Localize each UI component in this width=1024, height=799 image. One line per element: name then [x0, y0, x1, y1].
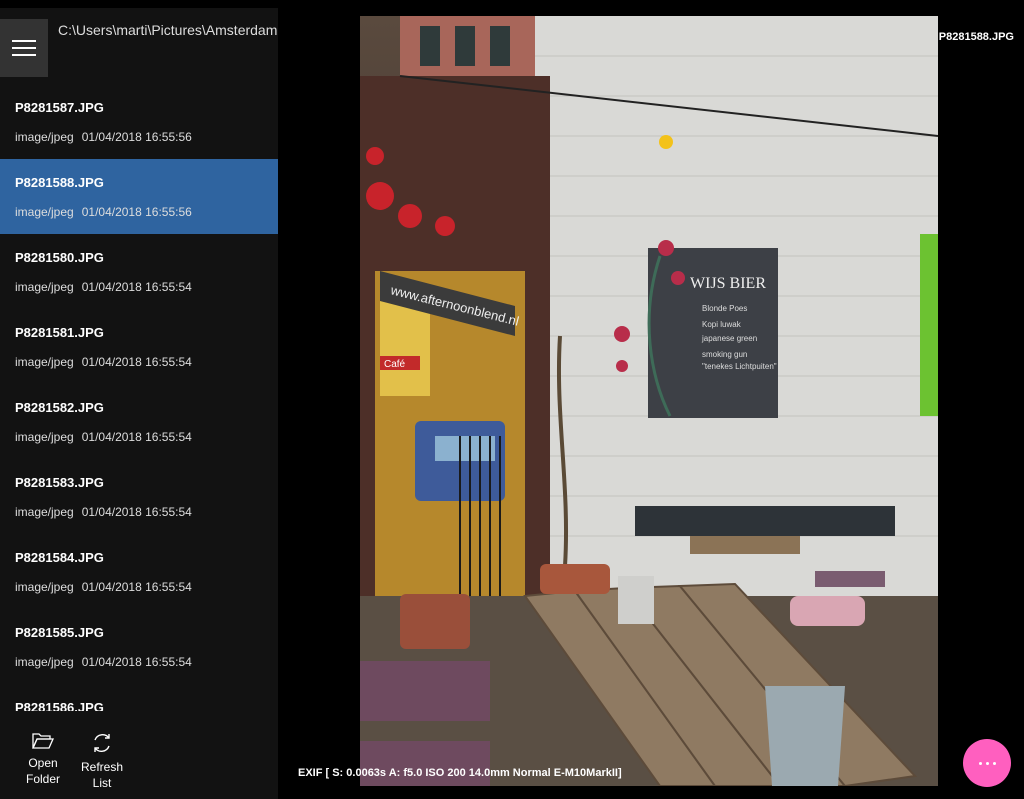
file-meta: image/jpeg 01/04/2018 16:55:54	[15, 505, 278, 519]
sidebar: C:\Users\marti\Pictures\Amsterdam P82815…	[0, 8, 278, 799]
image-viewer[interactable]: Café www.afternoonblend.nl WIJS BIER Blo…	[278, 0, 1024, 799]
file-date: 01/04/2018 16:55:56	[81, 205, 192, 219]
file-list[interactable]: P8281587.JPG image/jpeg 01/04/2018 16:55:5…	[0, 84, 278, 711]
file-list-item[interactable]: P8281587.JPG image/jpeg 01/04/2018 16:55:5…	[0, 84, 278, 159]
file-type: image/jpeg	[15, 355, 74, 369]
file-meta: image/jpeg 01/04/2018 16:55:54	[15, 430, 278, 444]
refresh-icon	[94, 734, 110, 752]
board-line: japanese green	[701, 334, 757, 343]
file-meta: image/jpeg 01/04/2018 16:55:54	[15, 655, 278, 669]
more-actions-button[interactable]	[963, 739, 1011, 787]
file-date: 01/04/2018 16:55:54	[81, 655, 192, 669]
open-folder-label: Open Folder	[25, 756, 60, 786]
file-meta: image/jpeg 01/04/2018 16:55:56	[15, 130, 278, 144]
file-name: P8281588.JPG	[15, 175, 104, 190]
file-meta: image/jpeg 01/04/2018 16:55:54	[15, 280, 278, 294]
file-meta: image/jpeg 01/04/2018 16:55:54	[15, 580, 278, 594]
file-type: image/jpeg	[15, 505, 74, 519]
file-list-item[interactable]: P8281580.JPG image/jpeg 01/04/2018 16:55:5…	[0, 234, 278, 309]
file-date: 01/04/2018 16:55:54	[81, 505, 192, 519]
folder-path: C:\Users\marti\Pictures\Amsterdam	[58, 22, 278, 38]
open-folder-button[interactable]: Open Folder	[13, 732, 73, 787]
file-type: image/jpeg	[15, 580, 74, 594]
file-name: P8281586.JPG	[15, 700, 104, 711]
file-name: P8281581.JPG	[15, 325, 104, 340]
photo: Café www.afternoonblend.nl WIJS BIER Blo…	[360, 16, 938, 786]
shop-front-text: Café	[384, 359, 406, 370]
exif-info: EXIF [ S: 0.0063s A: f5.0 ISO 200 14.0mm…	[298, 767, 622, 779]
file-date: 01/04/2018 16:55:54	[81, 280, 192, 294]
file-date: 01/04/2018 16:55:54	[81, 580, 192, 594]
file-meta: image/jpeg 01/04/2018 16:55:56	[15, 205, 278, 219]
file-name: P8281583.JPG	[15, 475, 104, 490]
file-list-item[interactable]: P8281588.JPG image/jpeg 01/04/2018 16:55:5…	[0, 159, 278, 234]
board-line: smoking gun	[702, 350, 747, 359]
file-date: 01/04/2018 16:55:54	[81, 355, 192, 369]
photo-illustration: Café www.afternoonblend.nl WIJS BIER Blo…	[360, 16, 938, 786]
file-type: image/jpeg	[15, 280, 74, 294]
board-line: Blonde Poes	[702, 304, 747, 313]
file-name: P8281582.JPG	[15, 400, 104, 415]
file-list-item[interactable]: P8281585.JPG image/jpeg 01/04/2018 16:55:5…	[0, 609, 278, 684]
file-name: P8281587.JPG	[15, 100, 104, 115]
file-meta: image/jpeg 01/04/2018 16:55:54	[15, 355, 278, 369]
board-line: "tenekes Lichtpuiten"	[702, 362, 777, 371]
more-icon	[978, 761, 982, 765]
refresh-list-label: Refresh List	[80, 760, 124, 790]
file-list-item[interactable]: P8281583.JPG image/jpeg 01/04/2018 16:55:5…	[0, 459, 278, 534]
file-type: image/jpeg	[15, 205, 74, 219]
refresh-list-button[interactable]: Refresh List	[72, 732, 132, 791]
file-name: P8281585.JPG	[15, 625, 104, 640]
file-type: image/jpeg	[15, 430, 74, 444]
file-name: P8281580.JPG	[15, 250, 104, 265]
file-type: image/jpeg	[15, 130, 74, 144]
command-bar: Open Folder Refresh List	[0, 718, 278, 799]
file-list-item[interactable]: P8281586.JPG	[0, 684, 278, 711]
board-title: WIJS BIER	[690, 275, 766, 292]
folder-open-icon	[32, 733, 54, 749]
file-date: 01/04/2018 16:55:56	[81, 130, 192, 144]
hamburger-menu-icon[interactable]	[0, 19, 48, 77]
image-filename: P8281588.JPG	[938, 31, 1014, 43]
file-type: image/jpeg	[15, 655, 74, 669]
file-date: 01/04/2018 16:55:54	[81, 430, 192, 444]
file-name: P8281584.JPG	[15, 550, 104, 565]
board-line: Kopi luwak	[702, 320, 742, 329]
file-list-item[interactable]: P8281582.JPG image/jpeg 01/04/2018 16:55:5…	[0, 384, 278, 459]
file-list-item[interactable]: P8281581.JPG image/jpeg 01/04/2018 16:55:5…	[0, 309, 278, 384]
file-list-item[interactable]: P8281584.JPG image/jpeg 01/04/2018 16:55:5…	[0, 534, 278, 609]
